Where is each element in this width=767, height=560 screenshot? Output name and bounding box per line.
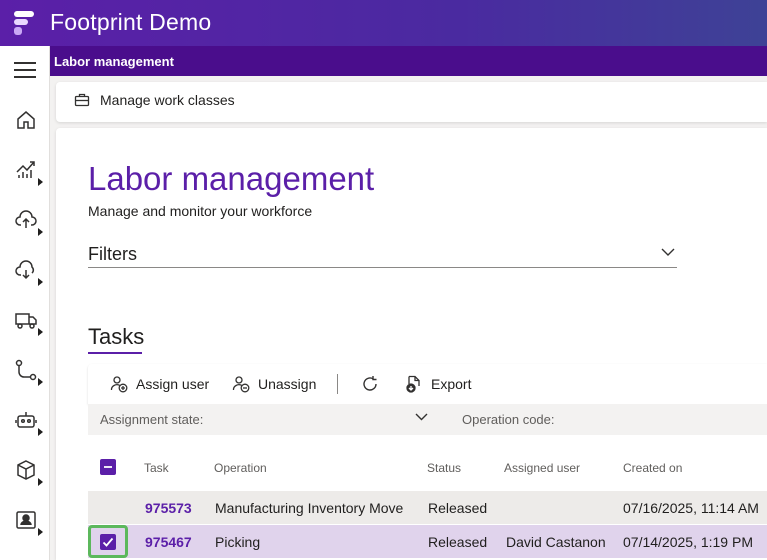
assign-user-label: Assign user (136, 376, 210, 392)
page-title: Labor management (88, 160, 375, 197)
toolbar-divider (337, 374, 338, 394)
robot-icon[interactable] (14, 408, 38, 432)
briefcase-icon (74, 93, 90, 107)
indeterminate-icon (104, 466, 112, 468)
main-content: Labor management Manage and monitor your… (56, 128, 767, 560)
tasks-tab-underline (88, 352, 142, 354)
manage-work-classes-button[interactable]: Manage work classes (74, 92, 235, 108)
export-icon (406, 375, 420, 393)
hamburger-menu-icon[interactable] (14, 62, 36, 78)
status-cell: Released (428, 500, 488, 516)
people-icon[interactable] (14, 508, 38, 532)
filters-expander[interactable]: Filters (88, 242, 677, 268)
tasks-toolbar: Assign user Unassign Export (88, 364, 767, 404)
col-header-assigned-user[interactable]: Assigned user (504, 461, 580, 475)
task-link[interactable]: 975467 (145, 534, 192, 550)
assign-user-icon (110, 376, 128, 393)
manage-work-classes-label: Manage work classes (100, 92, 235, 108)
app-title: Footprint Demo (50, 9, 212, 35)
refresh-button[interactable] (361, 375, 379, 393)
tasks-title: Tasks (88, 324, 145, 349)
created-on-cell: 07/14/2025, 1:19 PM (623, 534, 753, 550)
app-bar: Footprint Demo (0, 0, 767, 46)
refresh-icon (363, 376, 377, 391)
select-all-checkbox[interactable] (100, 459, 116, 475)
nav-rail (0, 46, 50, 560)
operation-cell: Picking (215, 534, 261, 550)
assigned-user-cell: David Castanon (506, 534, 606, 550)
outbound-icon[interactable] (14, 258, 38, 282)
workflow-icon[interactable] (14, 358, 38, 382)
export-button[interactable]: Export (405, 375, 471, 393)
inventory-icon[interactable] (14, 458, 38, 482)
header-title: Labor management (54, 54, 174, 69)
unassign-user-icon (232, 376, 250, 393)
analytics-icon[interactable] (14, 158, 38, 182)
transport-icon[interactable] (14, 308, 38, 332)
task-link[interactable]: 975573 (145, 500, 192, 516)
chevron-down-icon (661, 248, 675, 256)
assign-user-button[interactable]: Assign user (110, 375, 209, 393)
col-header-task[interactable]: Task (144, 461, 169, 475)
operation-cell: Manufacturing Inventory Move (215, 500, 404, 516)
col-header-created-on[interactable]: Created on (623, 461, 682, 475)
focus-highlight (88, 525, 128, 558)
col-header-status[interactable]: Status (427, 461, 461, 475)
actions-bar: Manage work classes (56, 82, 767, 122)
unassign-label: Unassign (258, 376, 317, 392)
home-icon[interactable] (14, 108, 38, 132)
footprint-logo-icon (14, 11, 34, 35)
page-subtitle: Manage and monitor your workforce (88, 203, 313, 219)
table-row[interactable]: 975573 Manufacturing Inventory Move Rele… (88, 491, 767, 524)
inbound-icon[interactable] (14, 208, 38, 232)
col-header-operation[interactable]: Operation (214, 461, 267, 475)
table-row-selected[interactable]: 975467 Picking Released David Castanon 0… (88, 525, 767, 558)
status-cell: Released (428, 534, 488, 550)
export-label: Export (431, 376, 472, 392)
created-on-cell: 07/16/2025, 11:14 AM (623, 500, 759, 516)
operation-code-filter[interactable]: Operation code: (462, 412, 555, 427)
page-header-strip: Labor management (50, 46, 767, 76)
chevron-down-icon[interactable] (415, 413, 428, 421)
filters-label: Filters (88, 244, 137, 264)
unassign-button[interactable]: Unassign (232, 375, 316, 393)
grid-filter-row: Assignment state: Operation code: (88, 404, 767, 435)
assignment-state-filter[interactable]: Assignment state: (100, 412, 203, 427)
